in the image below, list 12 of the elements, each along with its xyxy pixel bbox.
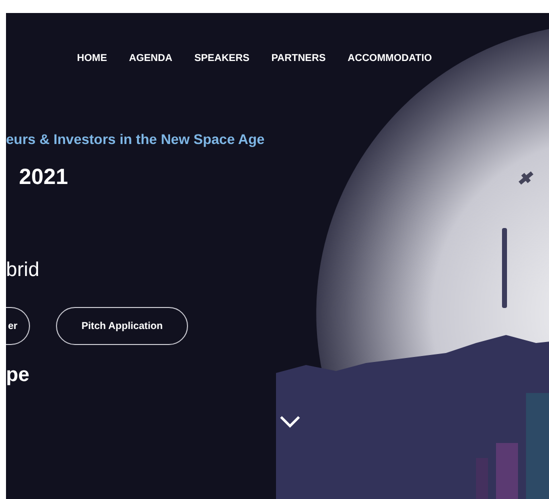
- event-format: brid: [6, 260, 40, 280]
- event-location: pe: [6, 365, 30, 385]
- nav-link[interactable]: HOME: [77, 51, 107, 66]
- nav-link[interactable]: ACCOMMODATIO: [348, 51, 432, 66]
- nav-link[interactable]: SPEAKERS: [194, 51, 250, 66]
- tagline: eurs & Investors in the New Space Age: [6, 130, 266, 149]
- chevron-down-icon[interactable]: [279, 415, 301, 429]
- outline-button[interactable]: er: [6, 307, 30, 345]
- nav-link[interactable]: PARTNERS: [271, 51, 326, 66]
- event-year: 2021: [18, 166, 69, 188]
- outline-button[interactable]: Pitch Application: [56, 307, 188, 345]
- nav-link[interactable]: AGENDA: [129, 51, 172, 66]
